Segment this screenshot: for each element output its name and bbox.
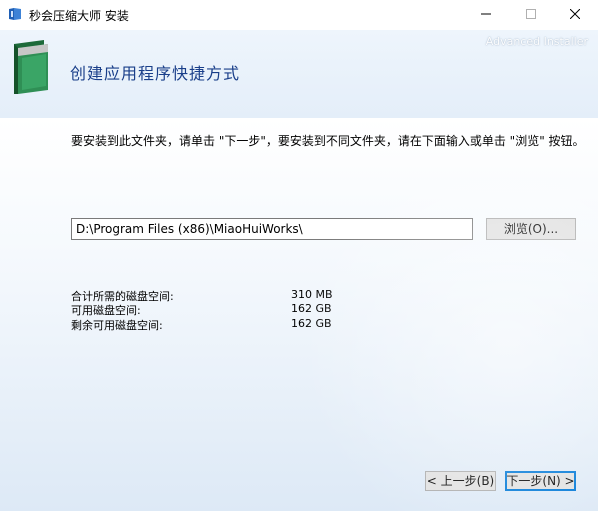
- content-area: 要安装到此文件夹，请单击 "下一步"，要安装到不同文件夹，请在下面输入或单击 "…: [0, 118, 598, 511]
- installer-window: 秒会压缩大师 安装 创建应用程序快捷方式 Advanced Installer …: [0, 0, 598, 511]
- instruction-text: 要安装到此文件夹，请单击 "下一步"，要安装到不同文件夹，请在下面输入或单击 "…: [71, 134, 585, 148]
- window-title: 秒会压缩大师 安装: [29, 9, 129, 23]
- green-folder-icon: [8, 38, 54, 96]
- page-title: 创建应用程序快捷方式: [70, 64, 241, 83]
- minimize-button[interactable]: [463, 0, 509, 30]
- install-path-input[interactable]: D:\Program Files (x86)\MiaoHuiWorks\: [71, 218, 473, 240]
- header-banner: 创建应用程序快捷方式 Advanced Installer: [0, 30, 598, 118]
- maximize-icon: [526, 8, 536, 22]
- disk-remaining-label: 剩余可用磁盘空间:: [71, 319, 163, 332]
- browse-button[interactable]: 浏览(O)...: [486, 218, 576, 240]
- brand-watermark: Advanced Installer: [485, 35, 588, 48]
- disk-remaining-value: 162 GB: [291, 317, 332, 330]
- disk-required-value: 310 MB: [291, 288, 333, 301]
- disk-available-value: 162 GB: [291, 302, 332, 315]
- title-bar[interactable]: 秒会压缩大师 安装: [0, 0, 598, 30]
- minimize-icon: [481, 8, 491, 22]
- back-button-label: < 上一步(B): [426, 474, 495, 488]
- browse-button-label: 浏览(O)...: [503, 222, 559, 236]
- next-button-label: 下一步(N) >: [506, 474, 575, 488]
- close-button[interactable]: [552, 0, 598, 30]
- next-button[interactable]: 下一步(N) >: [505, 471, 576, 491]
- installer-app-icon: [8, 7, 22, 21]
- close-icon: [569, 8, 581, 22]
- disk-available-label: 可用磁盘空间:: [71, 304, 141, 317]
- back-button[interactable]: < 上一步(B): [425, 471, 496, 491]
- maximize-button[interactable]: [508, 0, 554, 30]
